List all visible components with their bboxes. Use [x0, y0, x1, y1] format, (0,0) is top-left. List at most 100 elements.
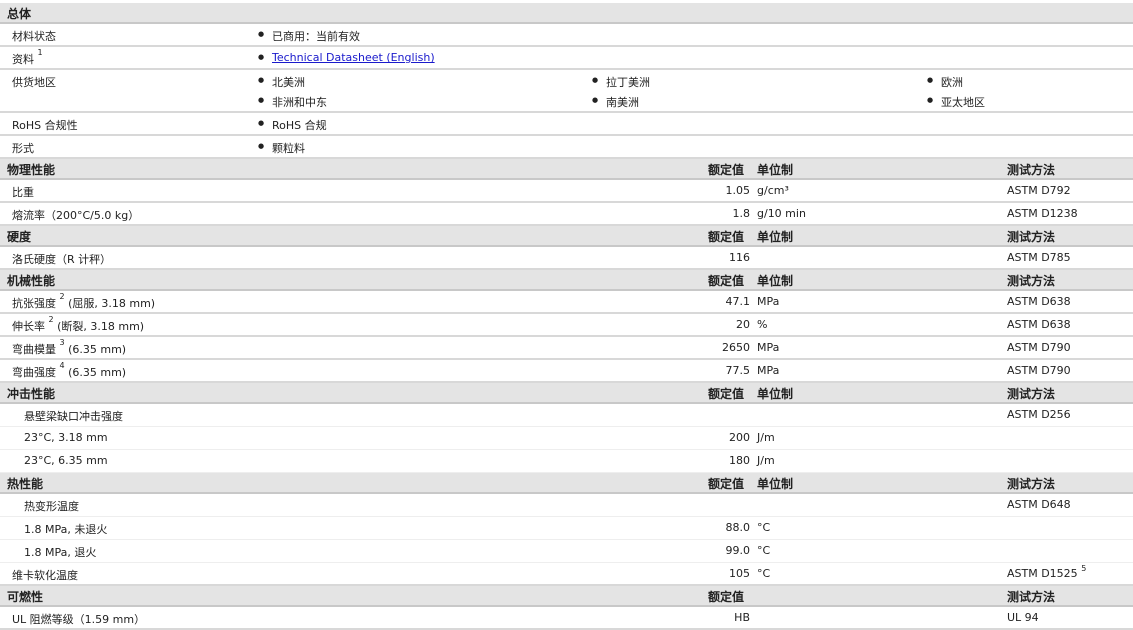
method-text: ASTM D1238 — [1007, 207, 1078, 220]
label-note: (6.35 mm) — [64, 343, 127, 356]
test-method: UL 94 — [1007, 611, 1039, 624]
value-header: 额定值 — [708, 477, 745, 491]
row-label: 资料 1 — [12, 48, 43, 67]
label-note: (断裂, 3.18 mm) — [53, 320, 145, 333]
test-method: ASTM D648 — [1007, 498, 1071, 511]
method-header: 测试方法 — [1007, 387, 1056, 401]
method-header: 测试方法 — [1007, 477, 1056, 491]
property-unit: MPa — [757, 341, 780, 354]
label-text: 熔流率（200°C/5.0 kg） — [12, 209, 140, 222]
footnote-ref: 2 — [59, 292, 65, 301]
property-value: 105 — [729, 567, 750, 580]
unit-header: 单位制 — [757, 163, 794, 177]
label-text: 23°C, 3.18 mm — [24, 431, 108, 444]
general-row: 资料 1 Technical Datasheet (English) — [0, 47, 1133, 70]
label-text: 维卡软化温度 — [12, 569, 78, 582]
method-text: ASTM D648 — [1007, 498, 1071, 511]
value-header: 额定值 — [708, 387, 745, 401]
test-method: ASTM D785 — [1007, 251, 1071, 264]
label-text: 弯曲模量 — [12, 343, 56, 356]
method-header: 测试方法 — [1007, 163, 1056, 177]
method-header: 测试方法 — [1007, 274, 1056, 288]
property-value: HB — [734, 611, 750, 624]
test-method: ASTM D1525 5 — [1007, 564, 1087, 580]
label-note: (6.35 mm) — [64, 366, 127, 379]
property-row: 23°C, 3.18 mm 200 J/m — [0, 427, 1133, 450]
unit-header: 单位制 — [757, 230, 794, 244]
value-header: 额定值 — [708, 163, 745, 177]
label-text: 比重 — [12, 186, 34, 199]
method-text: ASTM D790 — [1007, 364, 1071, 377]
property-label: 抗张强度 2 (屈服, 3.18 mm) — [12, 292, 156, 311]
value-header: 额定值 — [708, 590, 745, 604]
property-unit: MPa — [757, 364, 780, 377]
label-text: RoHS 合规性 — [12, 119, 78, 132]
section-header: 硬度 额定值 单位制 测试方法 — [0, 226, 1133, 247]
general-row: 材料状态 已商用：当前有效 — [0, 24, 1133, 47]
label-text: 23°C, 6.35 mm — [24, 454, 108, 467]
test-method: ASTM D792 — [1007, 184, 1071, 197]
property-row: 熔流率（200°C/5.0 kg） 1.8 g/10 min ASTM D1238 — [0, 203, 1133, 226]
footnote-ref: 2 — [48, 315, 54, 324]
property-row: 弯曲模量 3 (6.35 mm) 2650 MPa ASTM D790 — [0, 337, 1133, 360]
test-method: ASTM D790 — [1007, 364, 1071, 377]
property-label: 维卡软化温度 — [12, 567, 78, 583]
label-text: 供货地区 — [12, 76, 56, 89]
property-unit: MPa — [757, 295, 780, 308]
property-row: 热变形温度 ASTM D648 — [0, 494, 1133, 517]
list-item: Technical Datasheet (English) — [258, 51, 435, 64]
property-label: 弯曲强度 4 (6.35 mm) — [12, 361, 127, 380]
general-row: RoHS 合规性 RoHS 合规 — [0, 113, 1133, 136]
section-title: 机械性能 — [7, 274, 56, 288]
property-unit: J/m — [757, 454, 775, 467]
property-unit: g/10 min — [757, 207, 806, 220]
method-text: ASTM D785 — [1007, 251, 1071, 264]
property-row: UL 阻燃等级（1.59 mm） HB UL 94 — [0, 607, 1133, 630]
datasheet-link[interactable]: Technical Datasheet (English) — [272, 51, 435, 64]
list-item: 非洲和中东 — [258, 94, 327, 110]
label-text: 1.8 MPa, 未退火 — [24, 523, 108, 536]
list-item: 北美洲 — [258, 74, 305, 90]
property-row: 23°C, 6.35 mm 180 J/m — [0, 450, 1133, 473]
list-item: RoHS 合规 — [258, 117, 327, 133]
list-item: 颗粒料 — [258, 140, 305, 156]
footnote-ref: 5 — [1081, 564, 1087, 573]
property-label: 悬壁梁缺口冲击强度 — [24, 408, 123, 424]
list-item: 拉丁美洲 — [592, 74, 650, 90]
property-row: 比重 1.05 g/cm³ ASTM D792 — [0, 180, 1133, 203]
property-value: 116 — [729, 251, 750, 264]
property-label: 1.8 MPa, 未退火 — [24, 521, 107, 537]
property-value: 200 — [729, 431, 750, 444]
method-text: ASTM D638 — [1007, 295, 1071, 308]
unit-header: 单位制 — [757, 477, 794, 491]
property-value: 47.1 — [725, 295, 751, 308]
datasheet-table: 总体材料状态 已商用：当前有效资料 1 Technical Datasheet (E… — [0, 3, 1133, 630]
property-row: 1.8 MPa, 退火 99.0 °C — [0, 540, 1133, 563]
test-method: ASTM D638 — [1007, 295, 1071, 308]
label-note: (屈服, 3.18 mm) — [64, 297, 156, 310]
property-value: 20 — [736, 318, 750, 331]
property-unit: °C — [757, 567, 771, 580]
general-row: 供货地区 北美洲 拉丁美洲 欧洲非洲和中东 南美洲 亚太地区 — [0, 70, 1133, 113]
property-unit: % — [757, 318, 768, 331]
list-item: 欧洲 — [927, 74, 963, 90]
unit-header: 单位制 — [757, 274, 794, 288]
property-row: 1.8 MPa, 未退火 88.0 °C — [0, 517, 1133, 540]
label-text: 材料状态 — [12, 30, 56, 43]
property-unit: g/cm³ — [757, 184, 789, 197]
property-value: 2650 — [722, 341, 750, 354]
method-header: 测试方法 — [1007, 230, 1056, 244]
property-value: 88.0 — [725, 521, 751, 534]
test-method: ASTM D1238 — [1007, 207, 1078, 220]
property-unit: °C — [757, 544, 771, 557]
property-unit: J/m — [757, 431, 775, 444]
label-text: 形式 — [12, 142, 34, 155]
property-label: 洛氏硬度（R 计秤） — [12, 251, 111, 267]
test-method: ASTM D256 — [1007, 408, 1071, 421]
unit-header: 单位制 — [757, 387, 794, 401]
row-label: 供货地区 — [12, 74, 56, 90]
section-header: 机械性能 额定值 单位制 测试方法 — [0, 270, 1133, 291]
label-text: 伸长率 — [12, 320, 45, 333]
property-row: 弯曲强度 4 (6.35 mm) 77.5 MPa ASTM D790 — [0, 360, 1133, 383]
section-header: 物理性能 额定值 单位制 测试方法 — [0, 159, 1133, 180]
